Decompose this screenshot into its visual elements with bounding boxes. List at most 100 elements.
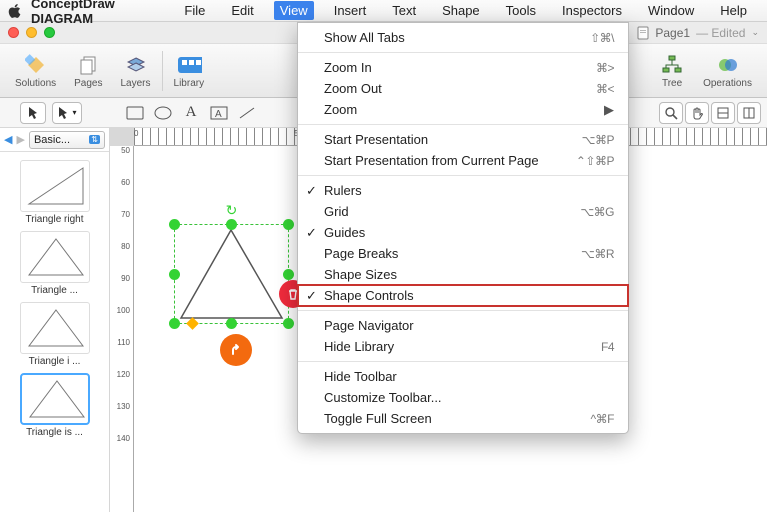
library-selector[interactable]: Basic...⇅ [29, 131, 105, 149]
menu-item-label: Start Presentation from Current Page [324, 153, 539, 168]
shortcut-label: ⌘< [596, 82, 614, 96]
pointer-tool[interactable] [20, 102, 46, 124]
menu-item-rulers[interactable]: ✓Rulers [298, 180, 628, 201]
rotate-handle-icon[interactable]: ↻ [226, 202, 238, 219]
resize-handle-sw[interactable] [169, 318, 180, 329]
menu-item-shape-sizes[interactable]: Shape Sizes [298, 264, 628, 285]
menu-item-label: Start Presentation [324, 132, 428, 147]
shape-thumbnail[interactable]: Triangle is ... [16, 373, 94, 438]
menu-item-show-all-tabs[interactable]: Show All Tabs⇧⌘\ [298, 27, 628, 48]
menu-tools[interactable]: Tools [500, 1, 542, 20]
menu-item-page-breaks[interactable]: Page Breaks ⌥⌘R [298, 243, 628, 264]
menu-file[interactable]: File [178, 1, 211, 20]
apple-icon[interactable] [8, 4, 21, 18]
rectangle-shape-tool[interactable] [124, 104, 146, 122]
shape-thumbnail[interactable]: Triangle right [16, 160, 94, 225]
menu-item-start-presentation-from-current-page[interactable]: Start Presentation from Current Page ⌃⇧⌘P [298, 150, 628, 171]
hand-tool[interactable] [685, 102, 709, 124]
menu-item-hide-toolbar[interactable]: Hide Toolbar [298, 366, 628, 387]
view-menu-dropdown: Show All Tabs⇧⌘\ Zoom In⌘>Zoom Out⌘<Zoom▶… [297, 22, 629, 434]
shortcut-label: ⌥⌘P [582, 133, 614, 147]
toolbar-pages[interactable]: Pages [65, 49, 111, 92]
resize-handle-se[interactable] [283, 318, 294, 329]
toolbar-tree[interactable]: Tree [650, 49, 694, 92]
menu-view[interactable]: View [274, 1, 314, 20]
menu-item-label: Toggle Full Screen [324, 411, 432, 426]
menu-item-customize-toolbar-[interactable]: Customize Toolbar... [298, 387, 628, 408]
title-dropdown-icon[interactable]: ⌄ [751, 27, 759, 38]
ellipse-shape-tool[interactable] [152, 104, 174, 122]
shape-label: Triangle ... [16, 285, 94, 296]
resize-handle-ne[interactable] [283, 219, 294, 230]
menu-item-zoom[interactable]: Zoom▶ [298, 99, 628, 120]
navigate-back-icon[interactable]: ◀ [4, 133, 12, 146]
menu-item-label: Grid [324, 204, 349, 219]
resize-handle-w[interactable] [169, 269, 180, 280]
menu-item-label: Zoom [324, 102, 357, 117]
pages-icon [75, 52, 101, 78]
menu-item-grid[interactable]: Grid⌥⌘G [298, 201, 628, 222]
shortcut-label: ⌃⇧⌘P [576, 154, 614, 168]
toolbar-button-a[interactable] [711, 102, 735, 124]
text-tool[interactable]: A [180, 104, 202, 122]
menu-insert[interactable]: Insert [328, 1, 373, 20]
toolbar-operations[interactable]: Operations [694, 49, 761, 92]
line-tool[interactable] [236, 104, 258, 122]
menu-item-toggle-full-screen[interactable]: Toggle Full Screen^⌘F [298, 408, 628, 429]
menu-edit[interactable]: Edit [225, 1, 259, 20]
library-header: ◀ ▶ Basic...⇅ [0, 128, 109, 152]
menu-inspectors[interactable]: Inspectors [556, 1, 628, 20]
resize-handle-nw[interactable] [169, 219, 180, 230]
menu-window[interactable]: Window [642, 1, 700, 20]
layers-icon [123, 52, 149, 78]
menu-item-label: Hide Toolbar [324, 369, 397, 384]
app-name: ConceptDraw DIAGRAM [31, 0, 164, 26]
menu-item-label: Shape Sizes [324, 267, 397, 282]
navigate-fwd-icon[interactable]: ▶ [16, 133, 24, 146]
textbox-tool[interactable]: A [208, 104, 230, 122]
pointer-tool-dropdown[interactable]: ▾ [52, 102, 82, 124]
arrow-turn-icon [228, 342, 244, 358]
system-menubar: ConceptDraw DIAGRAM FileEditViewInsertTe… [0, 0, 767, 22]
checkmark-icon: ✓ [306, 225, 317, 241]
menu-item-label: Page Navigator [324, 318, 414, 333]
close-window-button[interactable] [8, 27, 19, 38]
selected-shape[interactable]: ↻ [174, 224, 289, 324]
menu-item-label: Zoom In [324, 60, 372, 75]
shape-list: Triangle right Triangle ... Triangle i ...… [0, 152, 109, 512]
toolbar-layers[interactable]: Layers [112, 49, 160, 92]
menu-help[interactable]: Help [714, 1, 753, 20]
menu-text[interactable]: Text [386, 1, 422, 20]
menu-item-shape-controls[interactable]: ✓Shape Controls [298, 285, 628, 306]
shape-label: Triangle is ... [16, 427, 94, 438]
library-icon [176, 52, 202, 78]
menu-item-hide-library[interactable]: Hide LibraryF4 [298, 336, 628, 357]
maximize-window-button[interactable] [44, 27, 55, 38]
menu-item-label: Customize Toolbar... [324, 390, 442, 405]
menu-item-guides[interactable]: ✓Guides [298, 222, 628, 243]
shape-action-button[interactable] [220, 334, 252, 366]
toolbar-button-b[interactable] [737, 102, 761, 124]
solutions-icon [23, 52, 49, 78]
vertical-ruler: 5060708090100110120130140 [110, 146, 134, 512]
resize-handle-n[interactable] [226, 219, 237, 230]
tree-icon [659, 52, 685, 78]
menu-item-label: Page Breaks [324, 246, 398, 261]
toolbar-solutions[interactable]: Solutions [6, 49, 65, 92]
shape-label: Triangle right [16, 214, 94, 225]
menu-item-zoom-out[interactable]: Zoom Out⌘< [298, 78, 628, 99]
menu-item-start-presentation[interactable]: Start Presentation ⌥⌘P [298, 129, 628, 150]
window-controls [8, 27, 55, 38]
shape-thumbnail[interactable]: Triangle i ... [16, 302, 94, 367]
shape-thumbnail[interactable]: Triangle ... [16, 231, 94, 296]
zoom-tool[interactable] [659, 102, 683, 124]
toolbar-library[interactable]: Library [165, 49, 214, 92]
minimize-window-button[interactable] [26, 27, 37, 38]
menu-shape[interactable]: Shape [436, 1, 486, 20]
shortcut-label: ⌥⌘R [581, 247, 614, 261]
resize-handle-s[interactable] [226, 318, 237, 329]
resize-handle-e[interactable] [283, 269, 294, 280]
menu-item-zoom-in[interactable]: Zoom In⌘> [298, 57, 628, 78]
menu-item-page-navigator[interactable]: Page Navigator [298, 315, 628, 336]
triangle-shape[interactable] [174, 224, 289, 324]
